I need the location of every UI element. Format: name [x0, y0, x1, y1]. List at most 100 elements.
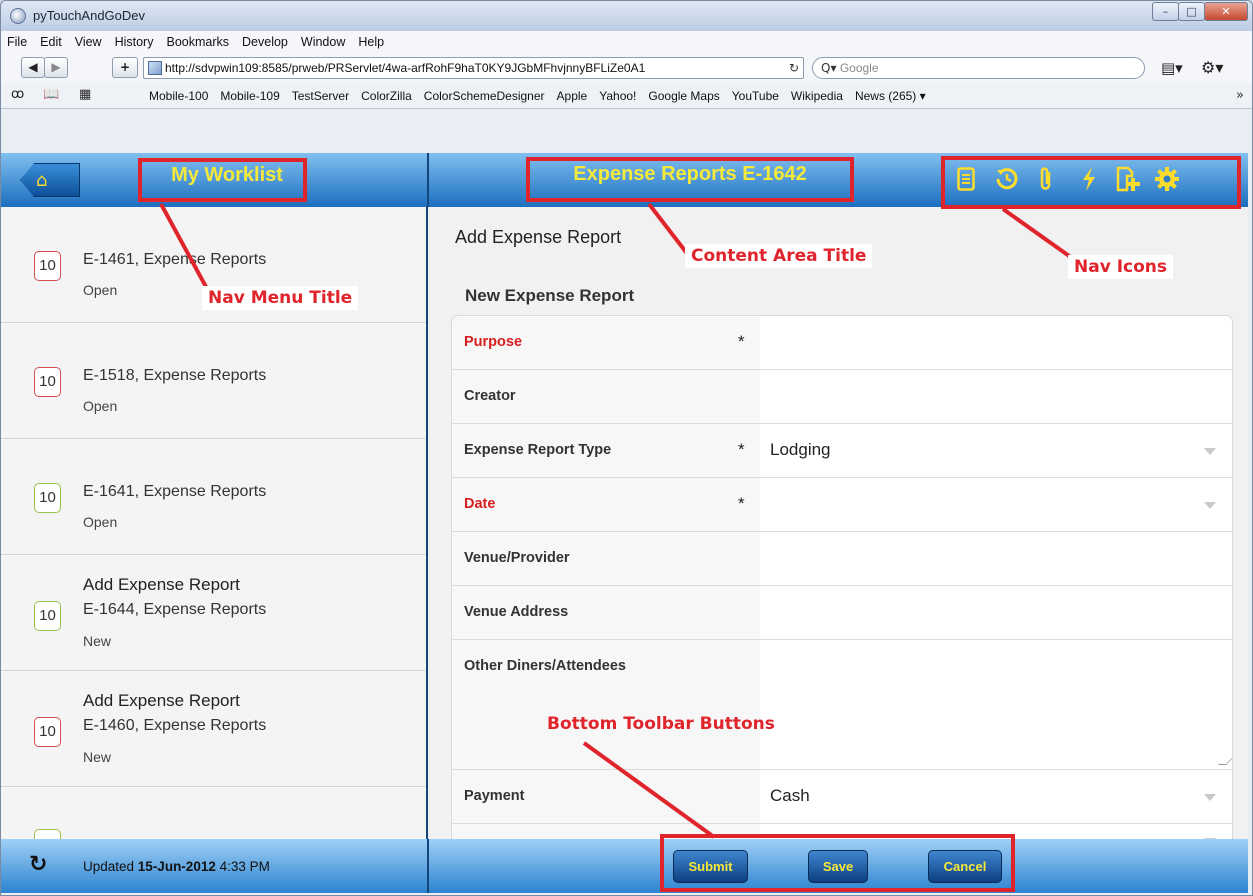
annotation-box-nav-title [138, 158, 307, 202]
settings-menu-icon[interactable]: ⚙▾ [1201, 58, 1223, 77]
worklist-item[interactable]: Add Expense Report 10 E-1644, Expense Re… [1, 555, 426, 671]
field-label: Expense Report Type [464, 442, 612, 458]
payment-select[interactable]: Cash [760, 770, 1232, 823]
title-bar: pyTouchAndGoDev – □ ✕ [1, 1, 1252, 31]
bookmark-list: Mobile-100 Mobile-109 TestServer ColorZi… [149, 89, 938, 103]
resize-handle[interactable] [1218, 757, 1232, 765]
required-marker: * [738, 332, 745, 351]
field-expense-report-type: Expense Report Type * Lodging [452, 424, 1232, 478]
menu-window[interactable]: Window [301, 35, 345, 49]
menu-bookmarks[interactable]: Bookmarks [166, 35, 229, 49]
bookmark-item[interactable]: Mobile-109 [220, 89, 279, 103]
required-marker: * [738, 440, 745, 459]
bookmark-item[interactable]: TestServer [292, 89, 349, 103]
bookmarks-overflow-icon[interactable]: » [1236, 88, 1244, 103]
priority-badge: 10 [34, 717, 61, 747]
purpose-input[interactable] [760, 316, 1232, 369]
book-icon[interactable]: 📖 [43, 87, 59, 102]
priority-badge: 10 [34, 367, 61, 397]
last-updated: Updated 15-Jun-2012 4:33 PM [83, 859, 270, 874]
back-button[interactable]: ◀ [21, 57, 45, 78]
bookmark-item[interactable]: Yahoo! [599, 89, 636, 103]
updated-prefix: Updated [83, 859, 138, 874]
annotation-box-nav-icons [941, 156, 1241, 209]
bookmark-item[interactable]: Google Maps [648, 89, 719, 103]
venue-provider-input[interactable] [760, 532, 1232, 585]
worklist-item-case: E-1644, Expense Reports [83, 601, 267, 618]
worklist-item[interactable]: 10 E-1518, Expense Reports Open [1, 323, 426, 439]
menu-edit[interactable]: Edit [40, 35, 62, 49]
field-label: Creator [464, 388, 516, 404]
worklist-item[interactable]: 10 E-1641, Expense Reports Open [1, 439, 426, 555]
selected-value: Cash [770, 786, 810, 805]
chevron-down-icon [1204, 502, 1216, 509]
menu-help[interactable]: Help [358, 35, 384, 49]
content-heading: Add Expense Report [455, 227, 622, 247]
worklist-item-status: New [83, 633, 112, 649]
bookmark-item[interactable]: Mobile-100 [149, 89, 208, 103]
updated-date: 15-Jun-2012 [137, 859, 216, 874]
updated-time: 4:33 PM [215, 859, 270, 874]
worklist-item-case: E-1460, Expense Reports [83, 717, 267, 734]
worklist-item-title: Add Expense Report [83, 691, 240, 710]
creator-input[interactable] [760, 370, 1232, 423]
menu-view[interactable]: View [75, 35, 102, 49]
top-sites-icon[interactable]: ▦ [79, 87, 91, 102]
selected-value: Lodging [770, 440, 831, 459]
worklist-item[interactable]: Add Expense Report 10 E-1460, Expense Re… [1, 671, 426, 787]
field-label: Venue Address [464, 604, 569, 620]
worklist-item-status: Open [83, 282, 118, 298]
site-favicon-icon [148, 61, 162, 75]
header-divider [427, 153, 429, 207]
bookmark-item[interactable]: ColorZilla [361, 89, 412, 103]
maximize-button[interactable]: □ [1178, 2, 1205, 21]
bookmark-item[interactable]: Wikipedia [791, 89, 843, 103]
refresh-icon[interactable]: ↻ [29, 852, 47, 877]
annotation-content-area-title: Content Area Title [685, 244, 873, 268]
worklist-item-status: Open [83, 398, 118, 414]
menu-file[interactable]: File [7, 35, 27, 49]
page-menu-icon[interactable]: ▤▾ [1161, 59, 1183, 77]
bookmark-item[interactable]: News (265) ▾ [855, 89, 926, 103]
priority-badge [34, 829, 61, 839]
bookmark-item[interactable]: ColorSchemeDesigner [424, 89, 545, 103]
menu-bar: File Edit View History Bookmarks Develop… [1, 31, 1252, 53]
field-purpose: Purpose * [452, 316, 1232, 370]
forward-button[interactable]: ▶ [44, 57, 68, 78]
window-controls: – □ ✕ [1152, 2, 1248, 21]
browser-logo-icon [10, 8, 26, 24]
annotation-nav-icons: Nav Icons [1068, 255, 1174, 279]
form-section-title: New Expense Report [465, 286, 635, 305]
bookmark-item[interactable]: YouTube [732, 89, 779, 103]
bottom-divider [427, 839, 429, 893]
address-bar[interactable]: http://sdvpwin109:8585/prweb/PRServlet/4… [143, 57, 804, 79]
other-diners-textarea[interactable] [760, 640, 1232, 769]
reload-icon[interactable]: ↻ [785, 61, 803, 75]
close-button[interactable]: ✕ [1204, 2, 1248, 21]
expense-report-type-select[interactable]: Lodging [760, 424, 1232, 477]
window-title: pyTouchAndGoDev [33, 8, 146, 23]
venue-address-input[interactable] [760, 586, 1232, 639]
required-marker: * [738, 494, 745, 513]
worklist-item-status: Open [83, 514, 118, 530]
menu-develop[interactable]: Develop [242, 35, 288, 49]
field-label: Payment [464, 788, 525, 804]
field-date: Date * [452, 478, 1232, 532]
content-area: Add Expense Report New Expense Report Pu… [429, 207, 1248, 839]
add-bookmark-button[interactable]: + [112, 57, 138, 78]
expense-form: Purpose * Creator Expense Report Type * … [451, 315, 1233, 839]
navigation-toolbar: ◀ ▶ + http://sdvpwin109:8585/prweb/PRSer… [1, 53, 1252, 83]
date-select[interactable] [760, 478, 1232, 531]
menu-history[interactable]: History [115, 35, 154, 49]
worklist-item-case: E-1518, Expense Reports [83, 367, 267, 384]
chevron-down-icon [1204, 448, 1216, 455]
url-text[interactable]: http://sdvpwin109:8585/prweb/PRServlet/4… [165, 61, 785, 75]
field-venue-address: Venue Address [452, 586, 1232, 640]
worklist-item[interactable] [1, 787, 426, 839]
minimize-button[interactable]: – [1152, 2, 1179, 21]
bookmark-item[interactable]: Apple [557, 89, 588, 103]
search-input[interactable]: Q▾ Google [812, 57, 1145, 79]
reading-list-icon[interactable]: ꝏ [11, 87, 24, 102]
search-icon: Q▾ [821, 61, 837, 75]
annotation-bottom-toolbar-buttons: Bottom Toolbar Buttons [547, 714, 775, 734]
